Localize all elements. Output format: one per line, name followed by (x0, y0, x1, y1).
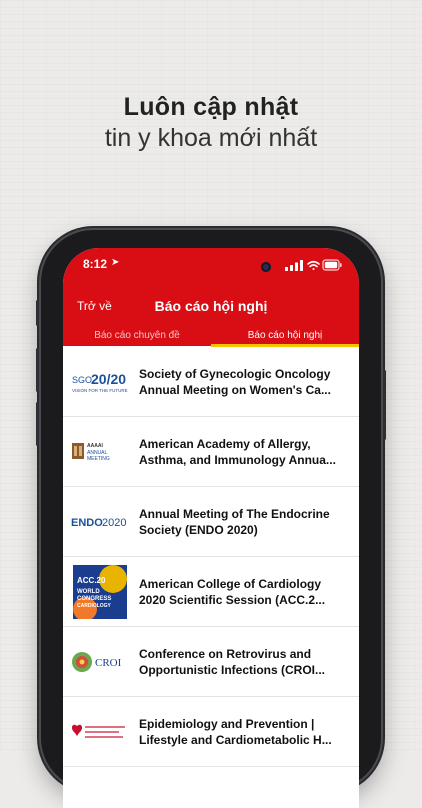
svg-text:AAAAI: AAAAI (87, 443, 103, 449)
conference-title-line-1: Epidemiology and Prevention | (139, 716, 315, 731)
croi-logo: CROI (71, 633, 129, 691)
svg-text:WORLD: WORLD (77, 589, 100, 595)
conference-title-line-1: Society of Gynecologic Oncology (139, 366, 331, 381)
conference-title-line-1: Annual Meeting of The Endocrine (139, 506, 330, 521)
list-item[interactable]: ENDO 2020 Annual Meeting of The Endocrin… (63, 487, 359, 557)
conference-title-line-2: Asthma, and Immunology Annua... (139, 452, 336, 467)
svg-text:CONGRESS: CONGRESS (77, 596, 111, 602)
conference-list: SGO 20/20 VISION FOR THE FUTURE Society … (63, 347, 359, 767)
status-bar: 8:12 ➤ (83, 257, 343, 273)
aaaai-logo: AAAAI ANNUAL MEETING (71, 423, 129, 481)
battery-icon (322, 259, 342, 271)
conference-title-line-2: Opportunistic Infections (CROI... (139, 662, 325, 677)
phone-frame: 8:12 ➤ Trở về Báo cáo hội nghị Báo cáo c… (36, 230, 386, 808)
conference-title-line-1: American Academy of Allergy, (139, 436, 311, 451)
tab-bar: Báo cáo chuyên đề Báo cáo hội nghị (63, 326, 359, 346)
promo-headline: Luôn cập nhật tin y khoa mới nhất (0, 92, 422, 154)
list-item[interactable]: CROI Conference on Retrovirus and Opport… (63, 627, 359, 697)
svg-text:ACC.20: ACC.20 (77, 576, 106, 585)
acc20-logo: ACC.20 WORLD CONGRESS CARDIOLOGY (71, 563, 129, 621)
list-item[interactable]: AAAAI ANNUAL MEETING American Academy of… (63, 417, 359, 487)
location-arrow-icon: ➤ (111, 257, 120, 268)
headline-line-2: tin y khoa mới nhất (104, 124, 318, 152)
svg-text:CROI: CROI (95, 657, 122, 669)
signal-icon (285, 260, 303, 271)
conference-title-line-2: Lifestyle and Cardiometabolic H... (139, 732, 332, 747)
conference-title-line-2: 2020 Scientific Session (ACC.2... (139, 592, 326, 607)
headline-line-1: Luôn cập nhật (123, 93, 299, 121)
app-header: 8:12 ➤ Trở về Báo cáo hội nghị Báo cáo c… (63, 248, 359, 346)
svg-text:ENDO: ENDO (71, 517, 103, 529)
front-camera-icon (261, 262, 271, 272)
endo-2020-logo: ENDO 2020 (71, 493, 129, 551)
list-item[interactable]: Epidemiology and Prevention | Lifestyle … (63, 697, 359, 767)
aha-logo (71, 703, 129, 761)
wifi-icon (307, 260, 320, 270)
status-time: 8:12 (83, 257, 108, 271)
phone-power-button (383, 370, 386, 440)
list-item[interactable]: SGO 20/20 VISION FOR THE FUTURE Society … (63, 347, 359, 417)
list-item[interactable]: ACC.20 WORLD CONGRESS CARDIOLOGY America… (63, 557, 359, 627)
tab-specialty-reports[interactable]: Báo cáo chuyên đề (63, 326, 211, 346)
status-icons (285, 259, 342, 271)
app-screen: 8:12 ➤ Trở về Báo cáo hội nghị Báo cáo c… (63, 248, 359, 808)
conference-title-line-2: Society (ENDO 2020) (139, 522, 258, 537)
svg-text:SGO: SGO (72, 375, 92, 385)
sgo-logo: SGO 20/20 VISION FOR THE FUTURE (71, 353, 129, 411)
svg-text:CARDIOLOGY: CARDIOLOGY (77, 603, 112, 609)
svg-text:VISION FOR THE FUTURE: VISION FOR THE FUTURE (72, 388, 128, 393)
svg-text:MEETING: MEETING (87, 456, 110, 462)
page-title: Báo cáo hội nghị (154, 298, 268, 314)
conference-title-line-1: American College of Cardiology (139, 576, 322, 591)
svg-text:2020: 2020 (102, 517, 126, 529)
tab-conference-reports[interactable]: Báo cáo hội nghị (211, 326, 359, 346)
phone-volume-up-button (36, 348, 39, 392)
phone-volume-down-button (36, 402, 39, 446)
phone-side-button (36, 300, 39, 326)
conference-title-line-1: Conference on Retrovirus and (139, 646, 312, 661)
conference-title-line-2: Annual Meeting on Women's Ca... (139, 382, 331, 397)
navigation-bar: Trở về Báo cáo hội nghị (63, 296, 359, 318)
svg-text:20/20: 20/20 (91, 371, 126, 387)
